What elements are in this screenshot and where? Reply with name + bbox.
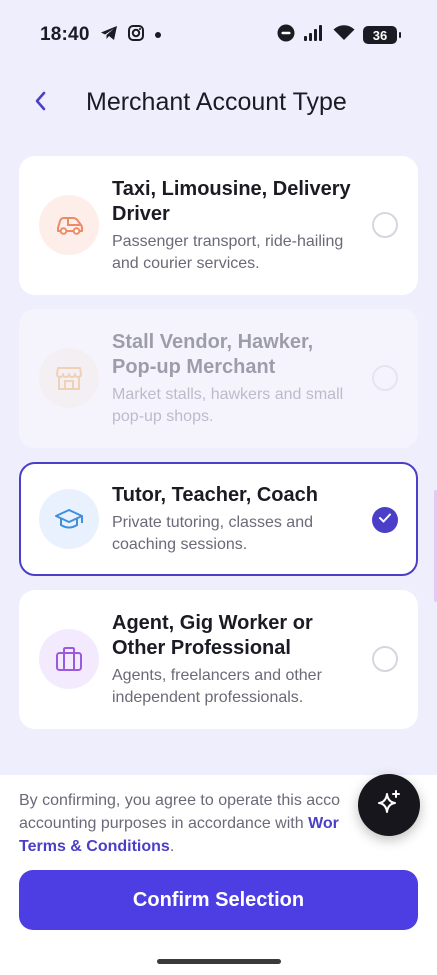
back-button[interactable] xyxy=(26,86,54,120)
telegram-icon xyxy=(100,25,118,46)
option-title: Tutor, Teacher, Coach xyxy=(112,484,318,506)
status-bar: 18:40 36 xyxy=(0,0,437,70)
terms-end: . xyxy=(169,838,175,855)
store-icon xyxy=(39,348,99,408)
wifi-icon xyxy=(333,24,355,46)
option-title: Agent, Gig Worker or Other Professional xyxy=(112,612,313,659)
checkmark-icon xyxy=(378,511,392,529)
signal-icon xyxy=(303,24,325,46)
terms-line-3: Terms & Conditions. xyxy=(19,835,419,858)
battery-icon: 36 xyxy=(363,26,401,44)
terms-line-2-text: accounting purposes in accordance with xyxy=(19,815,309,832)
worksheet-link[interactable]: Wor xyxy=(308,815,339,832)
option-card-agent[interactable]: Agent, Gig Worker or Other Professional … xyxy=(19,590,418,729)
option-radio[interactable] xyxy=(372,646,398,672)
option-title: Stall Vendor, Hawker, Pop-up Merchant xyxy=(112,331,314,378)
sparkle-icon xyxy=(374,788,404,823)
terms-conditions-link[interactable]: Terms & Conditions xyxy=(19,838,170,855)
option-card-tutor[interactable]: Tutor, Teacher, Coach Private tutoring, … xyxy=(19,462,418,576)
option-title: Taxi, Limousine, Delivery Driver xyxy=(112,178,351,225)
graduation-cap-icon xyxy=(39,489,99,549)
header: Merchant Account Type xyxy=(0,80,437,126)
do-not-disturb-icon xyxy=(277,24,295,47)
ai-assistant-button[interactable] xyxy=(358,774,420,836)
option-description: Agents, freelancers and other independen… xyxy=(112,667,322,706)
option-description: Passenger transport, ride-hailing and co… xyxy=(112,233,344,272)
option-card-taxi[interactable]: Taxi, Limousine, Delivery Driver Passeng… xyxy=(19,156,418,295)
chevron-left-icon xyxy=(33,90,47,117)
option-description: Private tutoring, classes and coaching s… xyxy=(112,514,313,553)
instagram-icon xyxy=(127,24,144,46)
option-card-stall-vendor: Stall Vendor, Hawker, Pop-up Merchant Ma… xyxy=(19,309,418,448)
option-radio-checked[interactable] xyxy=(372,507,398,533)
page-title: Merchant Account Type xyxy=(86,88,347,116)
status-time: 18:40 xyxy=(40,24,90,45)
option-radio xyxy=(372,365,398,391)
notification-dot-icon xyxy=(154,26,162,44)
home-indicator[interactable] xyxy=(157,959,281,964)
briefcase-icon xyxy=(39,629,99,689)
car-icon xyxy=(39,195,99,255)
option-description: Market stalls, hawkers and small pop-up … xyxy=(112,386,344,425)
option-radio[interactable] xyxy=(372,212,398,238)
confirm-selection-button[interactable]: Confirm Selection xyxy=(19,870,418,930)
